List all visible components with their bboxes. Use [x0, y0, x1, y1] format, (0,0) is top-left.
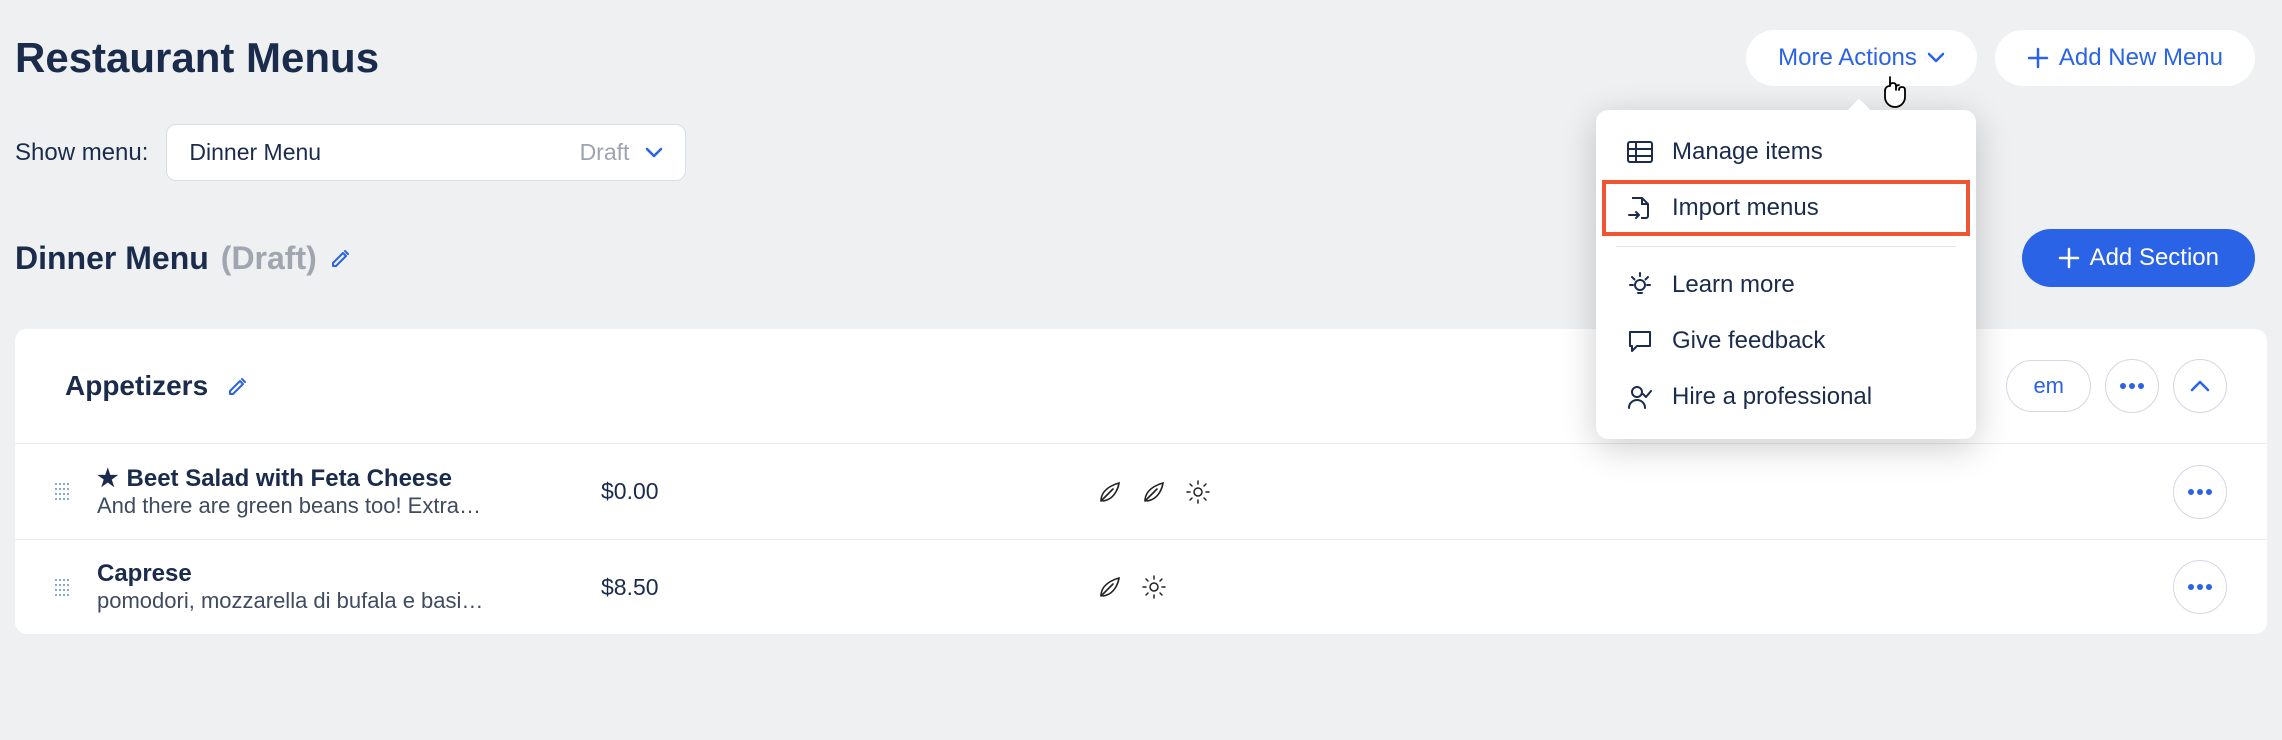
plus-icon [2027, 47, 2049, 69]
dropdown-item-label: Give feedback [1672, 327, 1825, 355]
import-icon [1626, 195, 1654, 221]
item-more-button[interactable] [2173, 560, 2227, 614]
menu-item-row[interactable]: ★ Beet Salad with Feta Cheese And there … [15, 443, 2267, 539]
add-section-button[interactable]: Add Section [2022, 229, 2255, 287]
item-description: pomodori, mozzarella di bufala e basi… [97, 588, 577, 614]
sun-icon [1183, 477, 1213, 507]
show-menu-label: Show menu: [15, 139, 148, 167]
item-name: Caprese [97, 560, 192, 588]
item-more-button[interactable] [2173, 465, 2227, 519]
more-actions-dropdown: Manage items Import menus Learn more Giv… [1596, 110, 1976, 439]
more-dots-icon [2187, 488, 2213, 496]
leaf-icon [1095, 477, 1125, 507]
chevron-down-icon [645, 147, 663, 159]
add-item-partial-label: em [2033, 373, 2064, 399]
plus-icon [2058, 247, 2080, 269]
dropdown-item-label: Import menus [1672, 194, 1819, 222]
sun-icon [1139, 572, 1169, 602]
add-new-menu-button[interactable]: Add New Menu [1995, 30, 2255, 86]
more-actions-label: More Actions [1778, 44, 1917, 72]
item-price: $0.00 [601, 478, 751, 505]
dropdown-item-give-feedback[interactable]: Give feedback [1596, 313, 1976, 369]
chat-icon [1626, 329, 1654, 353]
add-new-menu-label: Add New Menu [2059, 44, 2223, 72]
menu-select-value: Dinner Menu [189, 139, 321, 166]
menu-select[interactable]: Dinner Menu Draft [166, 124, 686, 181]
item-description: And there are green beans too! Extra… [97, 493, 577, 519]
dropdown-item-hire-professional[interactable]: Hire a professional [1596, 369, 1976, 425]
drag-handle-icon[interactable] [55, 483, 73, 500]
menu-item-row[interactable]: Caprese pomodori, mozzarella di bufala e… [15, 539, 2267, 634]
dropdown-item-label: Manage items [1672, 138, 1823, 166]
current-menu-name: Dinner Menu [15, 240, 209, 277]
dropdown-item-label: Hire a professional [1672, 383, 1872, 411]
menu-select-status: Draft [580, 139, 630, 166]
leaf-icon [1139, 477, 1169, 507]
leaf-icon [1095, 572, 1125, 602]
lightbulb-icon [1626, 271, 1654, 299]
drag-handle-icon[interactable] [55, 579, 73, 596]
item-price: $8.50 [601, 574, 751, 601]
person-icon [1626, 384, 1654, 410]
dropdown-item-label: Learn more [1672, 271, 1795, 299]
current-menu-status: (Draft) [221, 240, 317, 277]
chevron-up-icon [2190, 379, 2210, 393]
collapse-section-button[interactable] [2173, 359, 2227, 413]
edit-section-icon[interactable] [226, 374, 250, 398]
edit-menu-icon[interactable] [329, 246, 353, 270]
add-section-label: Add Section [2090, 244, 2219, 272]
item-name: Beet Salad with Feta Cheese [127, 465, 452, 493]
star-icon: ★ [97, 464, 119, 493]
dropdown-item-manage-items[interactable]: Manage items [1596, 124, 1976, 180]
more-actions-button[interactable]: More Actions [1746, 30, 1977, 86]
dropdown-separator [1616, 246, 1956, 247]
dropdown-item-import-menus[interactable]: Import menus [1602, 180, 1970, 236]
more-dots-icon [2119, 382, 2145, 390]
chevron-down-icon [1927, 52, 1945, 64]
section-more-button[interactable] [2105, 359, 2159, 413]
add-item-button[interactable]: em [2006, 360, 2091, 412]
section-title: Appetizers [65, 370, 208, 402]
page-title: Restaurant Menus [15, 34, 379, 82]
dropdown-item-learn-more[interactable]: Learn more [1596, 257, 1976, 313]
more-dots-icon [2187, 583, 2213, 591]
grid-icon [1626, 141, 1654, 163]
